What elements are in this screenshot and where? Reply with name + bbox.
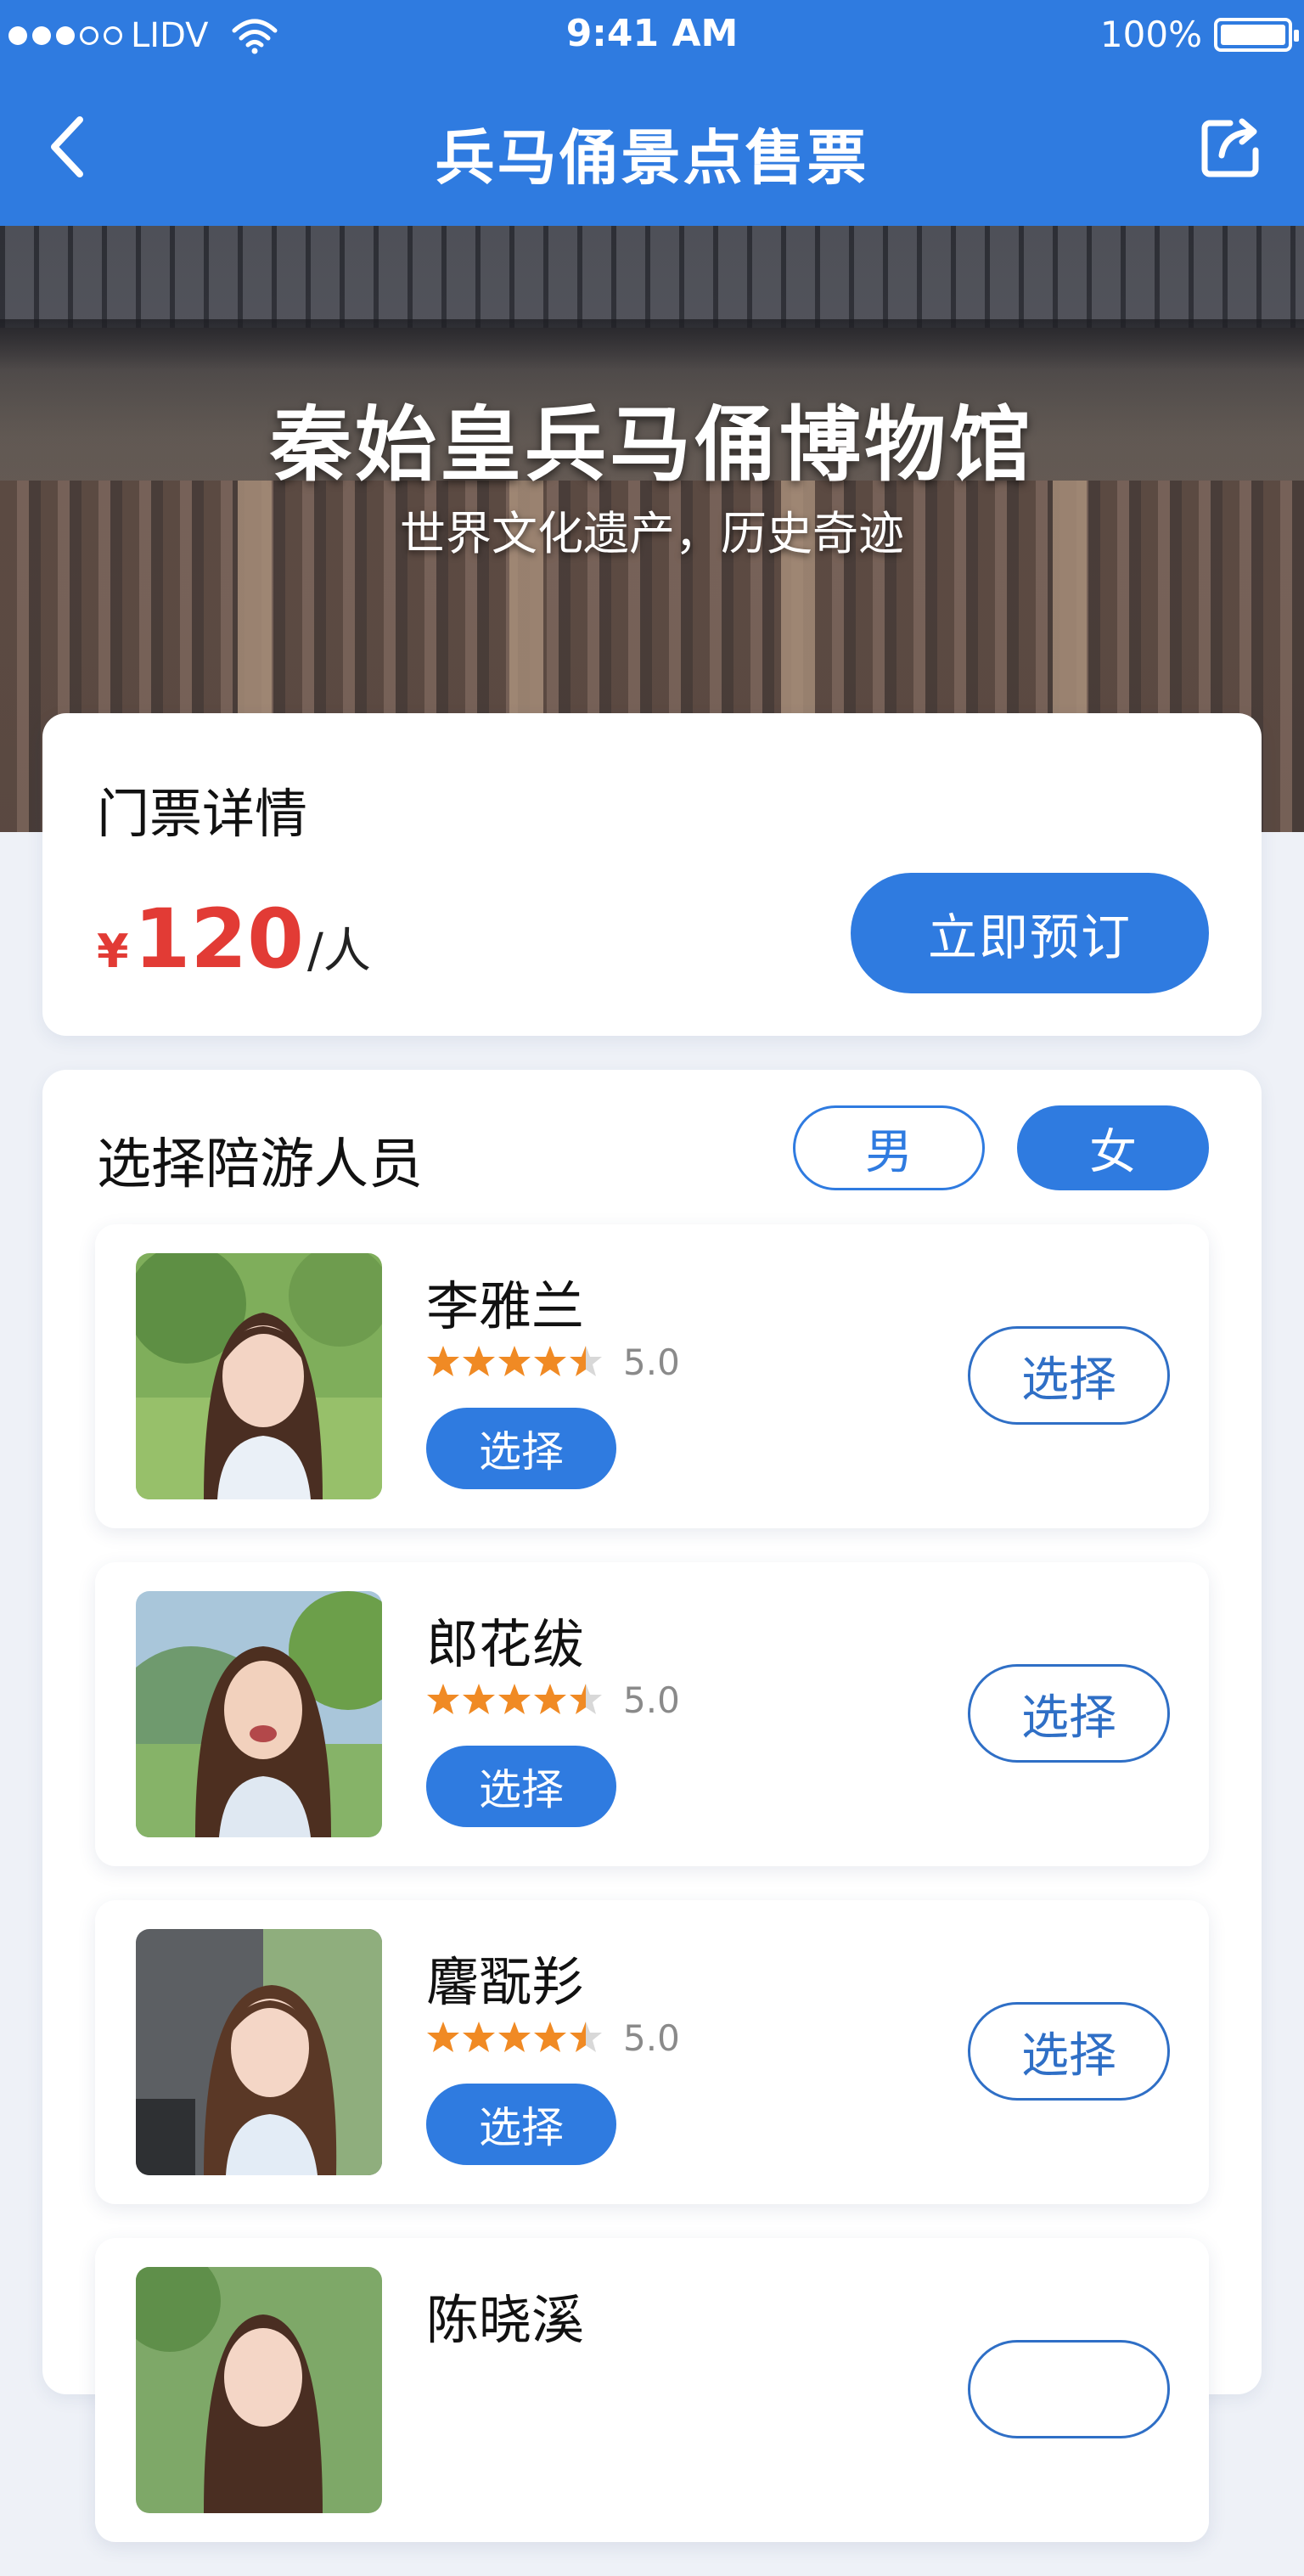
ticket-price: ¥ 120 /人 bbox=[97, 891, 371, 987]
guide-photo bbox=[136, 1591, 382, 1837]
currency-symbol: ¥ bbox=[97, 925, 129, 978]
select-button[interactable]: 选择 bbox=[426, 1746, 616, 1827]
share-icon bbox=[1201, 118, 1259, 177]
top-bar: LIDV 9:41 AM 100% 兵马俑景点售票 bbox=[0, 0, 1304, 226]
star-rating-icon bbox=[426, 1344, 604, 1381]
guide-card[interactable]: 麘翫羏 5.0 选择 选择 bbox=[95, 1900, 1209, 2204]
gender-female-button[interactable]: 女 bbox=[1017, 1105, 1209, 1190]
select-button[interactable]: 选择 bbox=[426, 2084, 616, 2165]
hero-roof bbox=[0, 226, 1304, 328]
battery-icon bbox=[1214, 17, 1299, 52]
status-right: 100% bbox=[1099, 14, 1299, 55]
price-value: 120 bbox=[133, 891, 304, 987]
select-button[interactable]: 选择 bbox=[426, 1408, 616, 1489]
guide-list: 李雅兰 5.0 选择 选择 郎花绂 5.0 选择 选择 麘翫羏 5.0 选择 选… bbox=[95, 1224, 1209, 2576]
book-now-button[interactable]: 立即预订 bbox=[851, 873, 1209, 993]
star-rating-icon bbox=[426, 1682, 604, 1719]
guide-photo bbox=[136, 2267, 382, 2513]
guide-rating: 5.0 bbox=[426, 1341, 680, 1383]
share-button[interactable] bbox=[1194, 109, 1270, 185]
guide-section: 选择陪游人员 男 女 李雅兰 5.0 选择 选择 郎花绂 5.0 选择 选择 麘… bbox=[42, 1070, 1262, 2542]
page-title: 兵马俑景点售票 bbox=[435, 123, 869, 193]
gender-male-button[interactable]: 男 bbox=[793, 1105, 985, 1190]
ticket-heading: 门票详情 bbox=[97, 783, 308, 845]
select-outline-button[interactable] bbox=[968, 2340, 1170, 2438]
battery-label: 100% bbox=[1099, 14, 1202, 55]
guide-name: 陈晓溪 bbox=[426, 2289, 585, 2351]
select-outline-button[interactable]: 选择 bbox=[968, 1326, 1170, 1425]
guide-heading: 选择陪游人员 bbox=[97, 1133, 423, 1196]
price-unit: /人 bbox=[306, 924, 371, 979]
guide-name: 麘翫羏 bbox=[426, 1951, 585, 2013]
rating-value: 5.0 bbox=[623, 1341, 680, 1383]
rating-value: 5.0 bbox=[623, 1679, 680, 1721]
guide-card[interactable]: 李雅兰 5.0 选择 选择 bbox=[95, 1224, 1209, 1528]
guide-rating: 5.0 bbox=[426, 2017, 680, 2059]
guide-card[interactable]: 陈晓溪 bbox=[95, 2238, 1209, 2542]
guide-name: 李雅兰 bbox=[426, 1275, 585, 1337]
rating-value: 5.0 bbox=[623, 2017, 680, 2059]
ticket-card: 门票详情 ¥ 120 /人 立即预订 bbox=[42, 713, 1262, 1036]
select-outline-button[interactable]: 选择 bbox=[968, 2002, 1170, 2101]
guide-rating: 5.0 bbox=[426, 1679, 680, 1721]
guide-photo bbox=[136, 1253, 382, 1499]
guide-photo bbox=[136, 1929, 382, 2175]
select-outline-button[interactable]: 选择 bbox=[968, 1664, 1170, 1763]
guide-name: 郎花绂 bbox=[426, 1613, 585, 1675]
star-rating-icon bbox=[426, 2020, 604, 2057]
hero-title: 秦始皇兵马俑博物馆 bbox=[270, 397, 1034, 492]
hero-subtitle: 世界文化遗产，历史奇迹 bbox=[400, 507, 904, 560]
guide-card[interactable]: 郎花绂 5.0 选择 选择 bbox=[95, 1562, 1209, 1866]
